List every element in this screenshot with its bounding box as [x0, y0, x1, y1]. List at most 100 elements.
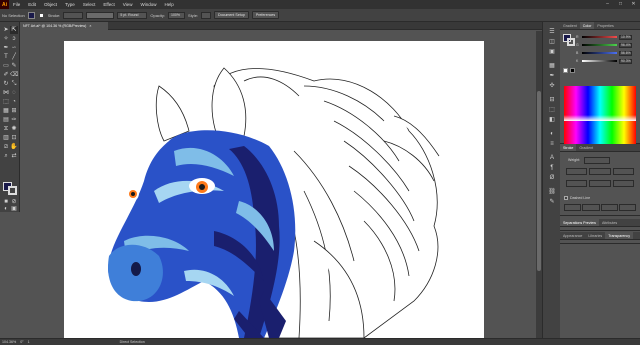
brushes-icon[interactable]: ✒ — [548, 72, 556, 80]
selection-tool-icon[interactable]: ➤ — [2, 26, 10, 34]
stroke-panel-icon[interactable]: ≡ — [548, 140, 556, 148]
libraries-icon[interactable]: ▣ — [548, 48, 556, 56]
stroke-option-cap[interactable] — [566, 168, 588, 175]
type-tool-icon[interactable]: T — [2, 53, 10, 61]
color-spectrum[interactable] — [564, 86, 636, 144]
stroke-option-arrow[interactable] — [612, 180, 634, 187]
rectangle-tool-icon[interactable]: ▭ — [2, 62, 10, 70]
zoom-tool-icon[interactable]: ⌕ — [2, 152, 10, 160]
line-tool-icon[interactable]: ╱ — [10, 53, 18, 61]
rotate-view[interactable]: 0° — [20, 340, 23, 344]
tab-stroke[interactable]: Stroke — [560, 144, 577, 151]
tab-attributes[interactable]: Attributes — [599, 219, 620, 226]
canvas-area[interactable] — [20, 31, 542, 339]
layers-icon[interactable]: ◫ — [548, 38, 556, 46]
hand-tool-icon[interactable]: ✋ — [10, 143, 18, 151]
stroke-option-limit[interactable] — [566, 180, 588, 187]
blend-tool-icon[interactable]: ⧖ — [2, 125, 10, 133]
stroke-option-profile[interactable] — [589, 180, 611, 187]
brush-dropdown[interactable]: 5 pt. Round — [117, 11, 148, 19]
weight-field[interactable] — [584, 157, 610, 164]
stroke-swatch[interactable] — [37, 11, 45, 19]
direct-selection-tool-icon[interactable]: ⇱ — [10, 26, 18, 34]
artboard-tool-icon[interactable]: ⊡ — [10, 134, 18, 142]
tab-appearance[interactable]: Appearance — [560, 232, 585, 239]
fill-swatch[interactable] — [27, 11, 35, 19]
symbol-sprayer-tool-icon[interactable]: ✺ — [10, 125, 18, 133]
channel-g[interactable]: G 96.4% — [576, 42, 638, 48]
tab-libraries[interactable]: Libraries — [585, 232, 605, 239]
shape-builder-tool-icon[interactable]: ◔ — [10, 98, 18, 106]
pen-tool-icon[interactable]: ✒ — [2, 44, 10, 52]
artboard-number[interactable]: 1 — [28, 340, 30, 344]
menu-window[interactable]: Window — [136, 0, 160, 9]
scroll-thumb[interactable] — [537, 91, 541, 271]
channel-k[interactable]: K 90.3% — [576, 58, 638, 64]
scale-tool-icon[interactable]: ⤡ — [10, 80, 18, 88]
screen-mode-icon[interactable]: ▣ — [10, 205, 18, 213]
style-dropdown[interactable] — [201, 11, 212, 19]
document-tab[interactable]: NFT Art.ai* @ 104.36 % (RGB/Preview) × — [20, 22, 108, 30]
variable-width-dropdown[interactable] — [86, 11, 115, 19]
artboard[interactable] — [64, 41, 484, 339]
warp-tool-icon[interactable]: ◌ — [10, 89, 18, 97]
stroke-option-align[interactable] — [612, 168, 634, 175]
tab-gradient-2[interactable]: Gradient — [576, 144, 596, 151]
minimize-button[interactable]: – — [601, 0, 614, 9]
paintbrush-tool-icon[interactable]: ✎ — [10, 62, 18, 70]
pathfinder-icon[interactable]: ◧ — [548, 116, 556, 124]
zoom-level[interactable]: 104.36% — [2, 340, 16, 344]
channel-b[interactable]: B 56.6% — [576, 50, 638, 56]
dashed-line-checkbox[interactable] — [564, 196, 568, 200]
tab-transparency[interactable]: Transparency — [605, 232, 634, 239]
symbols-icon[interactable]: ✣ — [548, 82, 556, 90]
glyphs-icon[interactable]: Ø — [548, 174, 556, 182]
channel-k-track[interactable] — [582, 60, 617, 62]
swatches-icon[interactable]: ▦ — [548, 62, 556, 70]
stroke-color-box[interactable] — [8, 186, 17, 195]
menu-view[interactable]: View — [119, 0, 137, 9]
opacity-field[interactable]: 100% — [168, 11, 186, 19]
graphic-styles-icon[interactable]: ◐ — [548, 130, 556, 138]
menu-select[interactable]: Select — [79, 0, 100, 9]
channel-b-value[interactable]: 56.6% — [619, 50, 632, 56]
channel-b-track[interactable] — [582, 52, 617, 54]
menu-help[interactable]: Help — [160, 0, 177, 9]
width-tool-icon[interactable]: ⋈ — [2, 89, 10, 97]
mesh-tool-icon[interactable]: ⊞ — [10, 107, 18, 115]
channel-r[interactable]: R 10.9% — [576, 34, 638, 40]
image-trace-icon[interactable]: ✎ — [548, 198, 556, 206]
channel-r-track[interactable] — [582, 36, 617, 38]
stroke-option-corner[interactable] — [589, 168, 611, 175]
dashed-line-row[interactable]: Dashed Line — [564, 196, 590, 200]
paragraph-icon[interactable]: ¶ — [548, 164, 556, 172]
channel-g-value[interactable]: 96.4% — [619, 42, 632, 48]
tab-properties[interactable]: Properties — [594, 22, 616, 29]
document-setup-button[interactable]: Document Setup — [214, 11, 249, 19]
close-tab-icon[interactable]: × — [89, 24, 91, 28]
black-swatch[interactable] — [570, 68, 575, 73]
free-transform-tool-icon[interactable]: ⬚ — [2, 98, 10, 106]
tab-color[interactable]: Color — [579, 22, 595, 29]
channel-g-track[interactable] — [582, 44, 617, 46]
properties-icon[interactable]: ☰ — [548, 28, 556, 36]
menu-type[interactable]: Type — [61, 0, 79, 9]
stroke-weight-dropdown[interactable] — [63, 11, 84, 19]
lasso-tool-icon[interactable]: ↄ — [10, 35, 18, 43]
shaper-tool-icon[interactable]: ✐ — [2, 71, 10, 79]
tab-gradient[interactable]: Gradient — [560, 22, 580, 29]
panel-stroke-box[interactable] — [567, 38, 575, 46]
channel-k-value[interactable]: 90.3% — [619, 58, 632, 64]
dash-field-1[interactable] — [564, 204, 582, 211]
menu-file[interactable]: File — [9, 0, 24, 9]
close-button[interactable]: ✕ — [627, 0, 640, 9]
preferences-button[interactable]: Preferences — [251, 11, 280, 19]
magic-wand-tool-icon[interactable]: ✧ — [2, 35, 10, 43]
links-icon[interactable]: ⛓ — [548, 188, 556, 196]
type-panel-icon[interactable]: A — [548, 154, 556, 162]
draw-mode-icon[interactable]: ◐ — [2, 205, 10, 213]
white-swatch[interactable] — [563, 68, 568, 73]
gap-field-2[interactable] — [618, 204, 636, 211]
rotate-tool-icon[interactable]: ↻ — [2, 80, 10, 88]
maximize-button[interactable]: □ — [614, 0, 627, 9]
